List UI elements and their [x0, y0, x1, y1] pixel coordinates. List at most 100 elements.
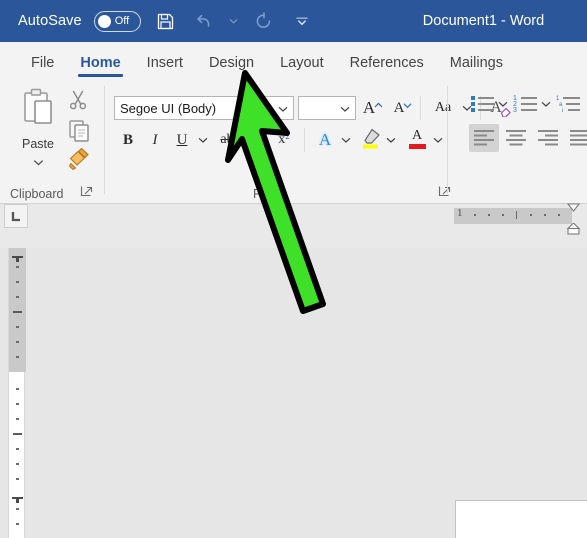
vertical-indent-marker	[12, 250, 23, 262]
font-color-label: A	[411, 128, 423, 143]
font-color-button[interactable]: A	[404, 126, 430, 152]
copy-button[interactable]	[67, 118, 93, 144]
autosave-knob	[97, 14, 111, 28]
font-dialog-launcher[interactable]	[438, 185, 452, 199]
text-effects-button[interactable]: A	[312, 128, 338, 152]
italic-button[interactable]: I	[143, 128, 167, 152]
vruler-tick	[16, 448, 19, 450]
font-name-value: Segoe UI (Body)	[120, 100, 217, 116]
align-right-button[interactable]	[533, 124, 563, 152]
tab-design[interactable]: Design	[196, 55, 267, 81]
vruler-tick	[16, 508, 19, 510]
subscript-button[interactable]: x 2	[242, 128, 268, 152]
font-size-box[interactable]	[298, 96, 356, 120]
align-center-button[interactable]	[501, 124, 531, 152]
vruler-tick	[16, 281, 19, 283]
font-color-swatch	[408, 144, 426, 149]
document-page[interactable]	[455, 500, 587, 538]
svg-text:3: 3	[513, 107, 517, 114]
vruler-tick	[16, 418, 19, 420]
ruler-tick	[558, 214, 560, 216]
numbering-dropdown-icon[interactable]	[539, 92, 552, 116]
hanging-indent-marker[interactable]	[566, 222, 581, 235]
paste-button[interactable]: Paste	[10, 88, 66, 174]
clipboard-dialog-launcher[interactable]	[80, 185, 94, 199]
strikethrough-button[interactable]: ab	[214, 128, 240, 152]
tab-home[interactable]: Home	[67, 55, 133, 81]
ruler-tick	[488, 214, 490, 216]
shrink-font-button[interactable]: A	[390, 96, 416, 120]
vruler-tick	[16, 478, 19, 480]
vertical-indent-marker-bottom	[12, 491, 23, 503]
tab-stop-selector[interactable]	[4, 204, 28, 228]
font-color-dropdown-icon[interactable]	[431, 128, 445, 152]
group-label-clipboard: Clipboard	[10, 187, 64, 201]
svg-text:i: i	[562, 108, 563, 114]
ruler-tick-major	[516, 211, 517, 219]
font-name-box[interactable]: Segoe UI (Body)	[114, 96, 294, 120]
undo-icon[interactable]	[191, 8, 217, 34]
numbering-button[interactable]: 1 2 3	[512, 92, 540, 116]
bullets-button[interactable]	[469, 92, 497, 116]
ruler-tick	[502, 214, 504, 216]
bold-label: B	[122, 131, 133, 148]
vertical-ruler[interactable]	[8, 248, 26, 538]
align-left-button[interactable]	[469, 124, 499, 152]
vruler-tick	[16, 341, 19, 343]
redo-icon[interactable]	[251, 8, 277, 34]
font-inline-separator-1	[420, 96, 421, 120]
tab-file[interactable]: File	[18, 55, 67, 81]
superscript-label: x	[278, 132, 286, 147]
grow-font-button[interactable]: A	[360, 96, 386, 120]
font-name-dropdown-icon[interactable]	[278, 99, 293, 117]
vruler-tick	[16, 388, 19, 390]
cut-button[interactable]	[67, 88, 93, 114]
undo-dropdown-icon[interactable]	[229, 8, 239, 34]
autosave-label: AutoSave	[18, 13, 82, 29]
paste-label: Paste	[22, 137, 54, 151]
font-size-dropdown-icon[interactable]	[340, 99, 355, 117]
superscript-button[interactable]: x 2	[271, 128, 297, 152]
group-separator-2	[447, 86, 448, 194]
ribbon-group-clipboard: Paste Clipboard	[0, 80, 108, 204]
highlight-dropdown-icon[interactable]	[384, 128, 398, 152]
bold-button[interactable]: B	[116, 128, 140, 152]
tab-layout[interactable]: Layout	[267, 55, 337, 81]
font-inline-separator-3	[304, 128, 305, 152]
change-case-label: Aa	[434, 100, 452, 115]
first-line-indent-marker[interactable]	[566, 203, 581, 216]
customize-qat-icon[interactable]	[289, 8, 315, 34]
ribbon: Paste Clipboard Segoe UI (Body) A A Aa A…	[0, 80, 587, 204]
autosave-toggle[interactable]: Off	[93, 10, 141, 32]
vruler-tick	[16, 296, 19, 298]
highlight-color-button[interactable]	[358, 126, 384, 152]
quick-access-toolbar: AutoSave Off	[0, 8, 315, 34]
vruler-tick	[16, 356, 19, 358]
horizontal-ruler[interactable]: 1	[454, 207, 572, 224]
ruler-tick	[530, 214, 532, 216]
justify-button[interactable]	[565, 124, 587, 152]
tab-mailings[interactable]: Mailings	[437, 55, 516, 81]
tab-references[interactable]: References	[337, 55, 437, 81]
document-workspace	[0, 248, 587, 538]
subscript-label: x	[249, 132, 257, 147]
tab-insert[interactable]: Insert	[134, 55, 196, 81]
ruler-tick	[544, 214, 546, 216]
vruler-tick	[16, 326, 19, 328]
word-window: AutoSave Off Document1 - Word File Home …	[0, 0, 587, 538]
document-title: Document1 - Word	[422, 13, 545, 29]
vruler-tick	[16, 463, 19, 465]
underline-button[interactable]: U	[170, 128, 194, 152]
bullets-dropdown-icon[interactable]	[496, 92, 509, 116]
multilevel-list-button[interactable]: 1 a i	[555, 92, 583, 116]
ribbon-group-font: Segoe UI (Body) A A Aa A B I U ab x 2 x …	[108, 80, 511, 204]
paste-dropdown-icon[interactable]	[33, 153, 44, 171]
underline-dropdown-icon[interactable]	[195, 128, 211, 152]
format-painter-button[interactable]	[67, 146, 93, 172]
ruler-tick	[474, 214, 476, 216]
text-effects-dropdown-icon[interactable]	[339, 128, 353, 152]
vruler-tick	[16, 266, 19, 268]
save-icon[interactable]	[153, 8, 179, 34]
group-separator-1	[104, 86, 105, 194]
text-effects-label: A	[318, 130, 332, 149]
